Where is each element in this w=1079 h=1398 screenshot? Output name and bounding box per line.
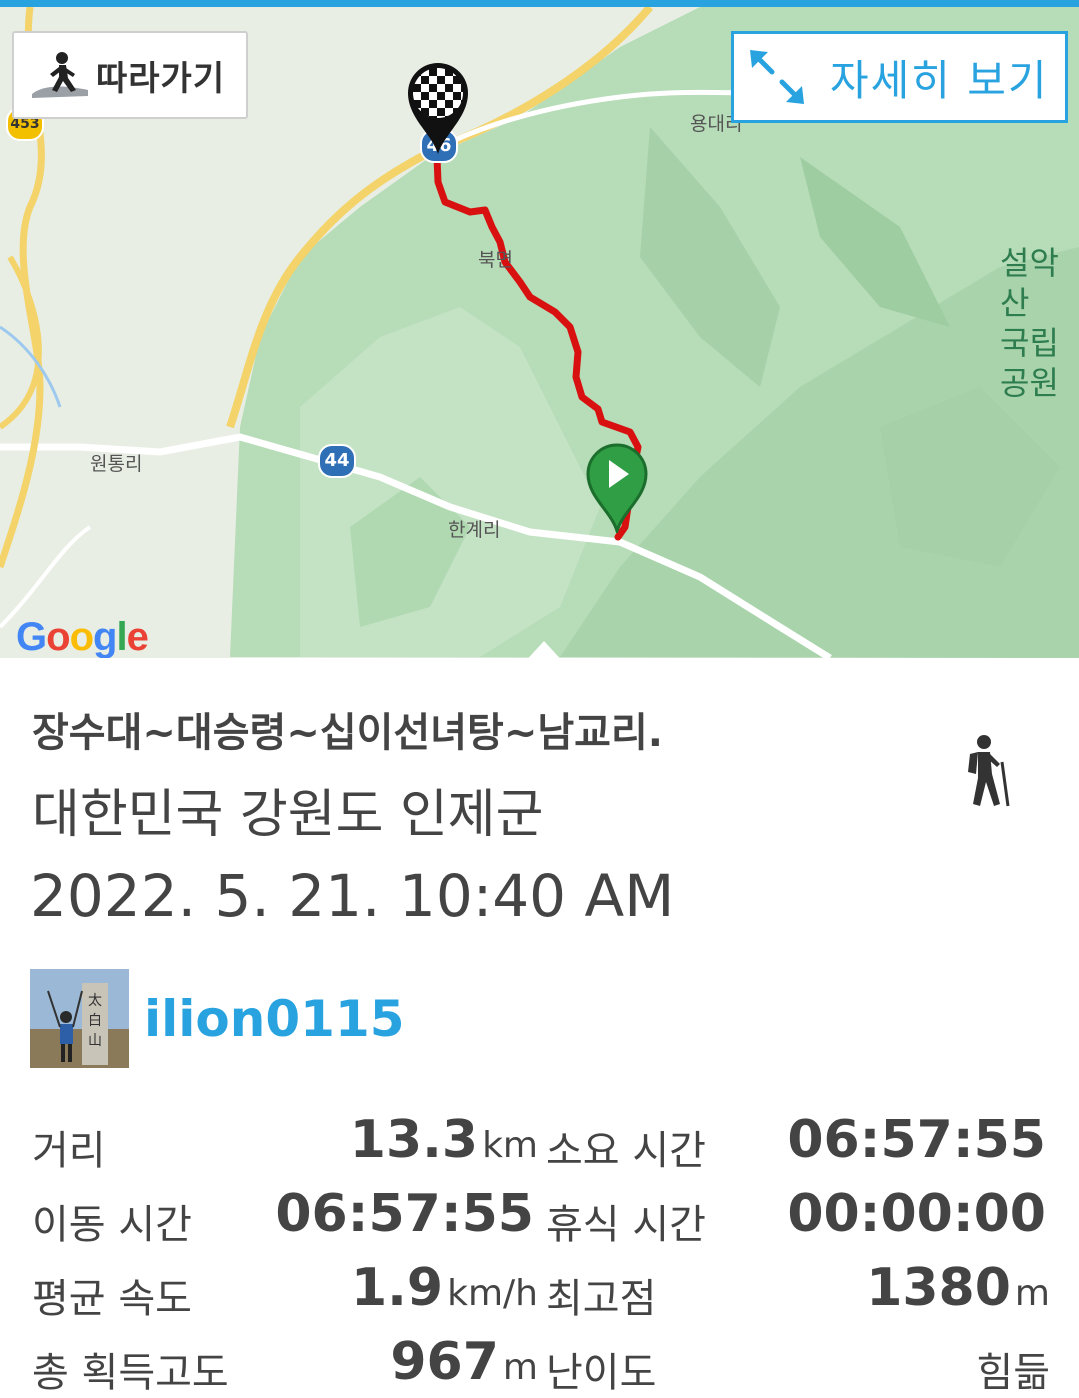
avg-speed-value: 1.9 km/h — [300, 1258, 538, 1318]
place-label-bukmyeon: 북면 — [478, 249, 513, 271]
username-link[interactable]: ilion0115 — [144, 990, 405, 1048]
google-letter: l — [116, 615, 127, 658]
follow-walker-icon — [32, 52, 88, 98]
avg-speed-label: 평균 속도 — [32, 1276, 192, 1322]
park-label-line1: 설악산 — [1000, 244, 1059, 322]
finish-marker-icon[interactable] — [405, 60, 471, 156]
elevation-gain-number: 967 — [390, 1332, 499, 1392]
follow-button[interactable]: 따라가기 — [12, 31, 248, 119]
elevation-gain-unit: m — [502, 1347, 538, 1388]
view-details-button[interactable]: 자세히 보기 — [731, 31, 1068, 123]
max-elevation-number: 1380 — [866, 1258, 1011, 1318]
track-datetime: 2022. 5. 21. 10:40 AM — [30, 862, 675, 930]
distance-label: 거리 — [32, 1128, 106, 1174]
road-shield-44: 44 — [318, 444, 356, 478]
track-region: 대한민국 강원도 인제군 — [32, 785, 544, 845]
duration-value: 06:57:55 — [787, 1110, 1046, 1170]
google-letter: o — [69, 615, 94, 658]
park-label: 설악산 국립공원 — [1000, 243, 1079, 403]
track-title: 장수대~대승령~십이선녀탕~남교리. — [32, 710, 663, 756]
max-elevation-label: 최고점 — [546, 1276, 657, 1322]
rest-time-label: 휴식 시간 — [546, 1202, 706, 1248]
google-letter: g — [93, 615, 117, 658]
avg-speed-number: 1.9 — [351, 1258, 444, 1318]
max-elevation-unit: m — [1014, 1273, 1050, 1314]
avatar-photo: 太 白 山 — [30, 969, 129, 1068]
start-marker-icon[interactable] — [585, 443, 649, 533]
elevation-gain-label: 총 획득고도 — [32, 1350, 229, 1396]
difficulty-label: 난이도 — [546, 1350, 657, 1396]
svg-text:太: 太 — [88, 993, 102, 1009]
distance-unit: km — [482, 1125, 538, 1166]
google-letter: G — [16, 615, 47, 658]
place-label-wontong: 원통리 — [90, 453, 143, 475]
difficulty-value: 힘듦 — [976, 1350, 1050, 1396]
google-letter: e — [126, 615, 149, 658]
hiking-icon — [968, 735, 1010, 807]
max-elevation-value: 1380 m — [760, 1258, 1050, 1318]
place-label-hangye: 한계리 — [448, 519, 501, 541]
svg-text:白: 白 — [88, 1013, 102, 1029]
map-pointer-notch — [522, 641, 566, 658]
expand-arrows-icon — [750, 50, 804, 104]
moving-time-label: 이동 시간 — [32, 1202, 192, 1248]
view-details-label: 자세히 보기 — [830, 55, 1049, 105]
google-logo: Google — [16, 615, 149, 658]
rest-time-value: 00:00:00 — [787, 1184, 1046, 1244]
duration-label: 소요 시간 — [546, 1128, 706, 1174]
distance-value: 13.3 km — [300, 1110, 538, 1170]
moving-time-value: 06:57:55 — [275, 1184, 534, 1244]
avatar[interactable]: 太 白 山 — [30, 969, 129, 1068]
follow-label: 따라가기 — [96, 58, 226, 99]
top-accent-bar — [0, 0, 1079, 7]
route-map[interactable]: 46 44 453 용대리 북면 원통리 한계리 설악산 국립공원 — [0, 7, 1079, 658]
park-label-line2: 국립공원 — [1000, 324, 1059, 402]
svg-text:山: 山 — [88, 1033, 102, 1049]
google-letter: o — [46, 615, 70, 658]
avg-speed-unit: km/h — [447, 1273, 538, 1314]
elevation-gain-value: 967 m — [300, 1332, 538, 1392]
distance-number: 13.3 — [349, 1110, 479, 1170]
